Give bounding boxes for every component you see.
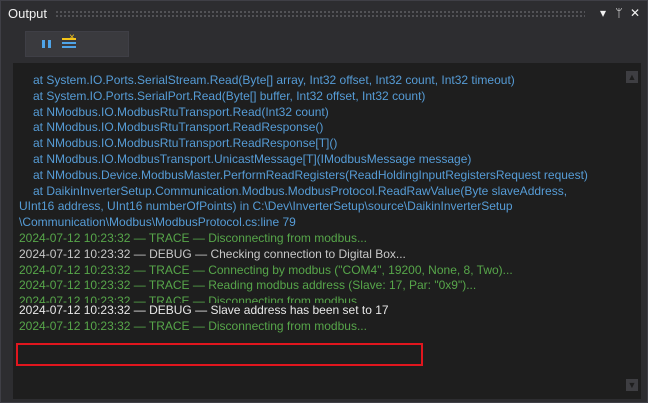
output-line: \Communication\Modbus\ModbusProtocol.cs:… [19, 215, 296, 230]
output-line: at NModbus.Device.ModbusMaster.PerformRe… [33, 167, 588, 182]
dropdown-icon[interactable]: ▾ [595, 6, 611, 20]
output-line: at DaikinInverterSetup.Communication.Mod… [33, 183, 568, 198]
scroll-down-icon[interactable]: ▼ [626, 379, 638, 391]
output-line: at System.IO.Ports.SerialStream.Read(Byt… [33, 73, 515, 87]
output-line: 2024-07-12 10:23:32 — TRACE — Disconnect… [19, 294, 367, 304]
output-line: 2024-07-12 10:23:32 — TRACE — Disconnect… [19, 230, 367, 245]
output-line: 2024-07-12 10:23:32 — TRACE — Disconnect… [19, 318, 367, 333]
drag-grip[interactable] [55, 9, 585, 17]
vertical-scrollbar[interactable]: ▲ ▼ [623, 63, 641, 399]
toolbar-group [25, 31, 129, 57]
pin-icon[interactable]: ᛘ [611, 6, 627, 20]
output-line: at NModbus.IO.ModbusRtuTransport.Read(In… [33, 104, 329, 119]
output-lines: at System.IO.Ports.SerialStream.Read(Byt… [19, 73, 619, 335]
pause-icon[interactable] [39, 36, 55, 52]
toolbar [1, 25, 647, 61]
output-line: 2024-07-12 10:23:32 — DEBUG — Checking c… [19, 246, 406, 261]
output-pane[interactable]: at System.IO.Ports.SerialStream.Read(Byt… [13, 63, 641, 399]
output-line: at System.IO.Ports.SerialPort.Read(Byte[… [33, 88, 426, 103]
highlight-box [16, 343, 423, 366]
window-title: Output [8, 5, 48, 21]
output-line: UInt16 address, UInt16 numberOfPoints) i… [19, 199, 513, 214]
output-window: Output ▾ ᛘ ✕ at System.IO.Ports.SerialSt… [0, 0, 648, 403]
output-line: 2024-07-12 10:23:32 — TRACE — Reading mo… [19, 278, 477, 293]
clear-all-icon[interactable] [61, 32, 77, 52]
output-line: at NModbus.IO.ModbusRtuTransport.ReadRes… [33, 136, 338, 151]
output-line: at NModbus.IO.ModbusTransport.UnicastMes… [33, 151, 472, 166]
output-line: at NModbus.IO.ModbusRtuTransport.ReadRes… [33, 120, 324, 135]
output-line: 2024-07-12 10:23:32 — DEBUG — Slave addr… [19, 303, 389, 318]
title-bar: Output ▾ ᛘ ✕ [1, 1, 647, 25]
output-line: 2024-07-12 10:23:32 — TRACE — Connecting… [19, 262, 513, 277]
scroll-up-icon[interactable]: ▲ [626, 71, 638, 83]
close-icon[interactable]: ✕ [627, 6, 643, 20]
